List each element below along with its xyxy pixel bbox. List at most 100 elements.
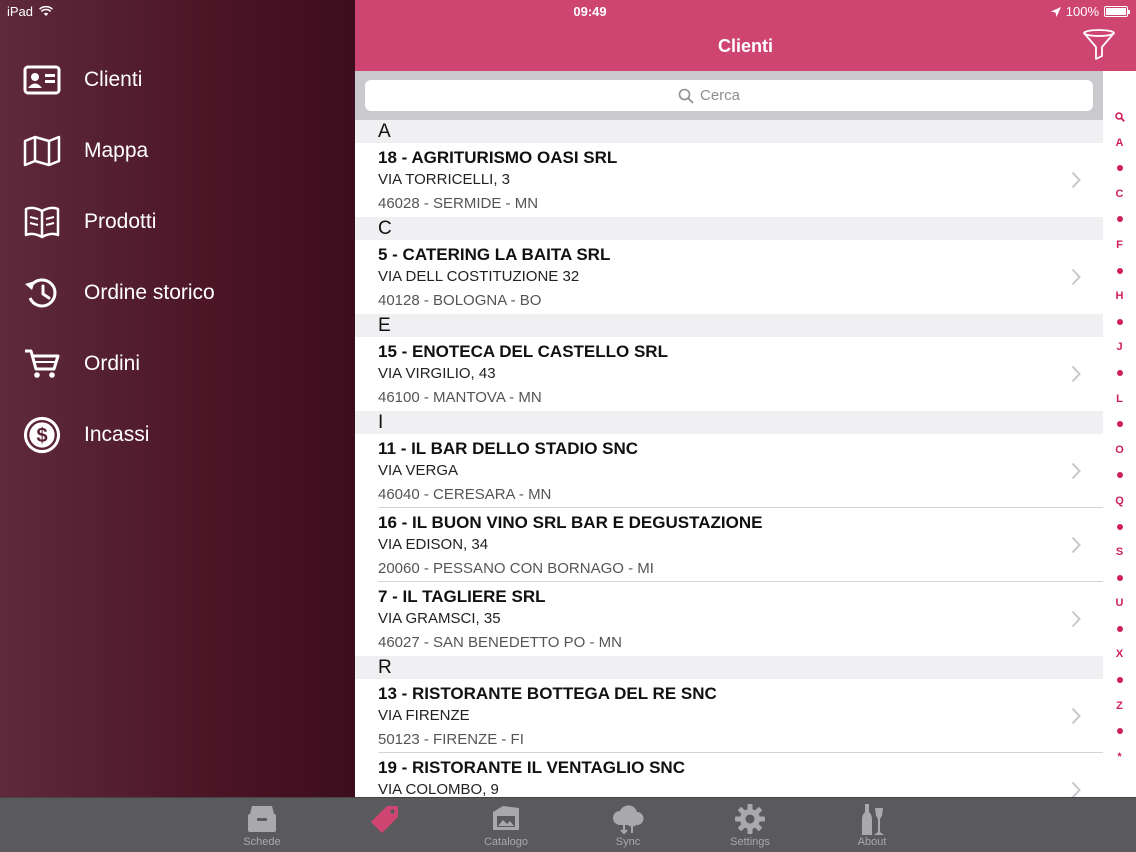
client-address: VIA GRAMSCI, 35 xyxy=(378,610,501,627)
index-dot[interactable] xyxy=(1103,259,1136,285)
section-header: A xyxy=(355,120,1103,143)
gear-icon xyxy=(733,803,767,835)
sidebar-item-label: Ordine storico xyxy=(84,280,215,304)
status-time: 09:49 xyxy=(573,4,607,19)
index-letter[interactable]: J xyxy=(1103,335,1136,361)
tab-tag[interactable] xyxy=(334,798,434,852)
index-letter[interactable]: U xyxy=(1103,591,1136,617)
sidebar-item-ordini[interactable]: Ordini xyxy=(0,328,355,399)
catalog-icon xyxy=(489,803,523,835)
index-dot[interactable] xyxy=(1103,310,1136,336)
index-dot[interactable] xyxy=(1103,463,1136,489)
chevron-right-icon xyxy=(1071,610,1081,628)
index-search-icon[interactable] xyxy=(1103,105,1136,131)
sidebar-item-ordine-storico[interactable]: Ordine storico xyxy=(0,257,355,328)
client-city: 46100 - MANTOVA - MN xyxy=(378,389,542,406)
index-letter[interactable]: L xyxy=(1103,387,1136,413)
client-name: 7 - IL TAGLIERE SRL xyxy=(378,587,546,606)
tab-schede[interactable]: Schede xyxy=(212,798,312,852)
client-city: 46027 - SAN BENEDETTO PO - MN xyxy=(378,634,622,651)
client-row[interactable]: 5 - CATERING LA BAITA SRL VIA DELL COSTIT… xyxy=(355,240,1103,314)
cart-icon xyxy=(22,344,62,384)
contact-card-icon xyxy=(22,60,62,100)
cloud-sync-icon xyxy=(611,803,645,835)
page-title: Clienti xyxy=(717,36,773,56)
sidebar-item-clienti[interactable]: Clienti xyxy=(0,44,355,115)
sidebar: iPad Clienti Mappa Prodotti Ordine stori… xyxy=(0,0,355,797)
index-dot[interactable] xyxy=(1103,207,1136,233)
client-row[interactable]: 15 - ENOTECA DEL CASTELLO SRL VIA VIRGILI… xyxy=(355,337,1103,411)
index-letter[interactable]: * xyxy=(1103,745,1136,771)
client-address: VIA DELL COSTITUZIONE 32 xyxy=(378,268,580,285)
client-address: VIA EDISON, 34 xyxy=(378,536,489,553)
index-letter[interactable]: H xyxy=(1103,284,1136,310)
index-dot[interactable] xyxy=(1103,156,1136,182)
chevron-right-icon xyxy=(1071,365,1081,383)
device-label: iPad xyxy=(7,4,34,19)
catalog-book-icon xyxy=(22,202,62,242)
sidebar-item-label: Prodotti xyxy=(84,209,157,233)
status-bar-left: iPad xyxy=(7,4,54,19)
svg-text:$: $ xyxy=(36,425,47,447)
client-name: 5 - CATERING LA BAITA SRL xyxy=(378,245,611,264)
client-row[interactable]: 19 - RISTORANTE IL VENTAGLIO SNC VIA COLO… xyxy=(355,753,1103,797)
sidebar-menu: Clienti Mappa Prodotti Ordine storico Or… xyxy=(0,44,355,470)
dollar-coin-icon: $ xyxy=(22,415,62,455)
section-header: I xyxy=(355,411,1103,434)
index-letter[interactable]: S xyxy=(1103,540,1136,566)
search-icon xyxy=(678,88,694,103)
section-index[interactable]: A C F H J L O Q S U X Z * xyxy=(1103,105,1136,765)
tab-catalogo[interactable]: Catalogo xyxy=(456,798,556,852)
client-row[interactable]: 16 - IL BUON VINO SRL BAR E DEGUSTAZIONE… xyxy=(355,508,1103,582)
client-address: VIA FIRENZE xyxy=(378,707,470,724)
sidebar-item-mappa[interactable]: Mappa xyxy=(0,115,355,186)
index-letter[interactable]: Z xyxy=(1103,694,1136,720)
chevron-right-icon xyxy=(1071,171,1081,189)
tab-settings[interactable]: Settings xyxy=(700,798,800,852)
client-name: 15 - ENOTECA DEL CASTELLO SRL xyxy=(378,342,668,361)
tab-sync[interactable]: Sync xyxy=(578,798,678,852)
search-field[interactable] xyxy=(365,80,1093,111)
index-letter[interactable]: Q xyxy=(1103,489,1136,515)
client-address: VIA COLOMBO, 9 xyxy=(378,781,499,797)
index-dot[interactable] xyxy=(1103,668,1136,694)
index-dot[interactable] xyxy=(1103,515,1136,541)
index-letter[interactable]: C xyxy=(1103,182,1136,208)
index-dot[interactable] xyxy=(1103,617,1136,643)
sidebar-item-label: Clienti xyxy=(84,67,143,91)
index-letter[interactable]: X xyxy=(1103,642,1136,668)
section-header: R xyxy=(355,656,1103,679)
sidebar-item-label: Ordini xyxy=(84,351,141,375)
battery-percent: 100% xyxy=(1065,4,1099,19)
index-dot[interactable] xyxy=(1103,412,1136,438)
client-city: 46040 - CERESARA - MN xyxy=(378,486,552,503)
client-row[interactable]: 11 - IL BAR DELLO STADIO SNC VIA VERGA 460… xyxy=(355,434,1103,508)
sidebar-item-label: Mappa xyxy=(84,138,149,162)
wifi-icon xyxy=(39,6,54,16)
index-dot[interactable] xyxy=(1103,361,1136,387)
client-name: 11 - IL BAR DELLO STADIO SNC xyxy=(378,439,639,458)
client-city: 20060 - PESSANO CON BORNAGO - MI xyxy=(378,560,654,577)
status-bar-right: 100% xyxy=(1050,4,1130,19)
client-row[interactable]: 7 - IL TAGLIERE SRL VIA GRAMSCI, 35 46027 … xyxy=(355,582,1103,656)
filter-funnel-icon[interactable] xyxy=(1082,28,1116,62)
chevron-right-icon xyxy=(1071,781,1081,797)
index-letter[interactable]: F xyxy=(1103,233,1136,259)
client-row[interactable]: 18 - AGRITURISMO OASI SRL VIA TORRICELLI,… xyxy=(355,143,1103,217)
chevron-right-icon xyxy=(1071,707,1081,725)
client-row[interactable]: 13 - RISTORANTE BOTTEGA DEL RE SNC VIA FI… xyxy=(355,679,1103,753)
search-input[interactable] xyxy=(700,87,780,104)
client-city: 46028 - SERMIDE - MN xyxy=(378,195,539,212)
sidebar-item-prodotti[interactable]: Prodotti xyxy=(0,186,355,257)
index-letter[interactable]: A xyxy=(1103,131,1136,157)
tab-label: Catalogo xyxy=(483,836,529,848)
client-address: VIA VIRGILIO, 43 xyxy=(378,365,496,382)
index-letter[interactable]: O xyxy=(1103,438,1136,464)
search-bar xyxy=(355,71,1103,120)
index-dot[interactable] xyxy=(1103,566,1136,592)
chevron-right-icon xyxy=(1071,536,1081,554)
client-city: 50123 - FIRENZE - FI xyxy=(378,731,524,748)
tab-about[interactable]: About xyxy=(822,798,922,852)
sidebar-item-incassi[interactable]: $ Incassi xyxy=(0,399,355,470)
index-dot[interactable] xyxy=(1103,719,1136,745)
